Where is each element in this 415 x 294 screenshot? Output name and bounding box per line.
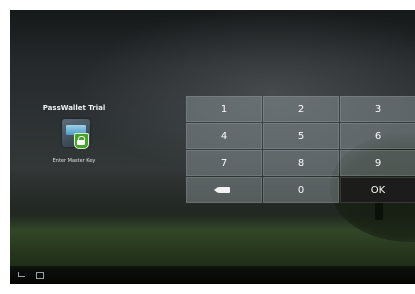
key-9[interactable]: 9 — [340, 150, 415, 176]
home-icon[interactable] — [36, 272, 44, 279]
key-3[interactable]: 3 — [340, 96, 415, 122]
lock-icon — [74, 133, 89, 149]
wallet-lock-icon[interactable] — [62, 119, 90, 149]
ok-button[interactable]: OK — [340, 177, 415, 203]
key-7[interactable]: 7 — [186, 150, 262, 176]
key-0[interactable]: 0 — [263, 177, 339, 203]
key-2[interactable]: 2 — [263, 96, 339, 122]
enter-master-key-label: Enter Master Key — [52, 158, 96, 164]
key-1[interactable]: 1 — [186, 96, 262, 122]
lock-body — [77, 140, 85, 145]
key-8[interactable]: 8 — [263, 150, 339, 176]
backspace-icon — [214, 187, 230, 193]
app-title: PassWallet Trial — [42, 104, 106, 112]
home-screen: PassWallet Trial Enter Master Key 1 2 3 … — [10, 10, 415, 284]
key-6[interactable]: 6 — [340, 123, 415, 149]
key-4[interactable]: 4 — [186, 123, 262, 149]
passwallet-shortcut[interactable]: PassWallet Trial Enter Master Key — [24, 104, 124, 184]
key-5[interactable]: 5 — [263, 123, 339, 149]
backspace-key[interactable] — [186, 177, 262, 203]
back-icon[interactable] — [18, 272, 25, 277]
navigation-bar — [10, 266, 415, 284]
pin-keypad: 1 2 3 4 5 6 7 8 9 0 OK — [186, 96, 415, 204]
